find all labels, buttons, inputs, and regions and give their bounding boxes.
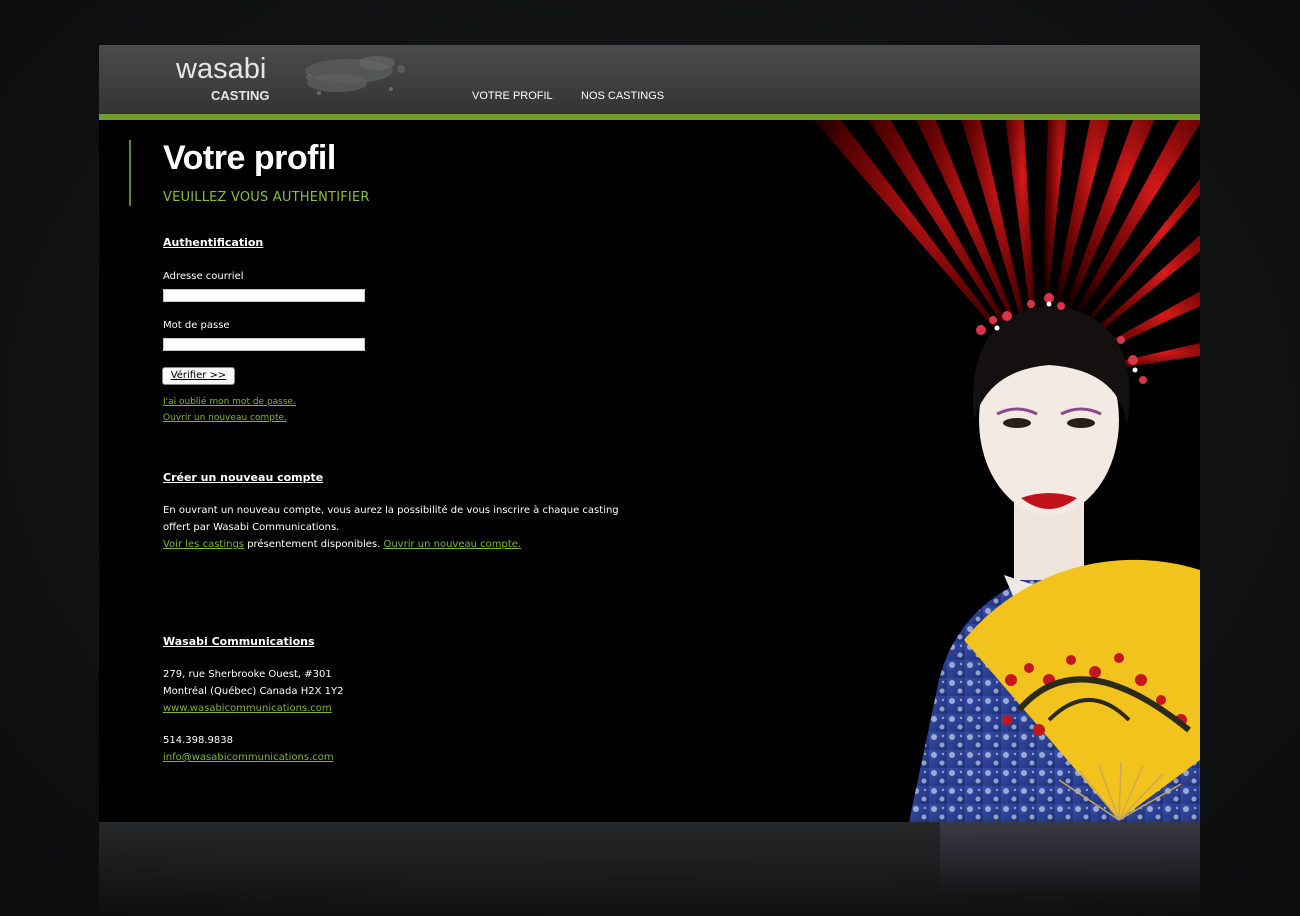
password-label: Mot de passe (163, 320, 230, 331)
logo-subtitle: CASTING (211, 88, 270, 103)
page-reflection (99, 822, 1200, 916)
open-account-link[interactable]: Ouvrir un nouveau compte. (383, 539, 521, 550)
site-header: wasabi CASTING VOTRE PROFIL NOS CASTINGS (99, 45, 1200, 114)
create-account-text-line1: En ouvrant un nouveau compte, vous aurez… (163, 505, 619, 516)
forgot-password-link[interactable]: J'ai oublié mon mot de passe. (163, 397, 296, 407)
page-frame: wasabi CASTING VOTRE PROFIL NOS CASTINGS… (0, 0, 1300, 916)
ink-splash-graphic (305, 56, 405, 95)
title-divider (129, 140, 131, 206)
create-account-text: En ouvrant un nouveau compte, vous aurez… (163, 502, 683, 553)
login-heading: Authentification (163, 236, 264, 249)
website: wasabi CASTING VOTRE PROFIL NOS CASTINGS… (99, 45, 1200, 822)
address-line1: 279, rue Sherbrooke Ouest, #301 (163, 669, 332, 680)
contact-heading: Wasabi Communications (163, 635, 315, 648)
page-title: Votre profil (163, 139, 336, 177)
contact-block: 279, rue Sherbrooke Ouest, #301 Montréal… (163, 666, 463, 766)
nav-votre-profil[interactable]: VOTRE PROFIL (472, 90, 553, 102)
address-line2: Montréal (Québec) Canada H2X 1Y2 (163, 686, 344, 697)
logo-wordmark[interactable]: wasabi (176, 53, 266, 86)
reflection-shadow (940, 822, 1200, 892)
website-link[interactable]: www.wasabicommunications.com (163, 700, 463, 717)
email-label: Adresse courriel (163, 271, 244, 282)
create-account-heading: Créer un nouveau compte (163, 471, 324, 484)
view-castings-link[interactable]: Voir les castings (163, 539, 244, 550)
nav-nos-castings[interactable]: NOS CASTINGS (581, 90, 664, 102)
create-account-links-line: Voir les castings présentement disponibl… (163, 536, 683, 553)
email-link[interactable]: info@wasabicommunications.com (163, 749, 463, 766)
geisha-illustration (813, 120, 1200, 822)
verify-button[interactable]: Vérifier >> (162, 367, 235, 385)
available-text: présentement disponibles. (244, 539, 384, 550)
verify-button-label: Vérifier >> (170, 370, 227, 381)
phone-number: 514.398.9838 (163, 735, 233, 746)
page-subtitle: VEUILLEZ VOUS AUTHENTIFIER (163, 190, 370, 205)
email-field[interactable] (163, 289, 365, 302)
password-field[interactable] (163, 338, 365, 351)
new-account-link[interactable]: Ouvrir un nouveau compte. (163, 413, 287, 423)
create-account-text-line2: offert par Wasabi Communications. (163, 522, 340, 533)
